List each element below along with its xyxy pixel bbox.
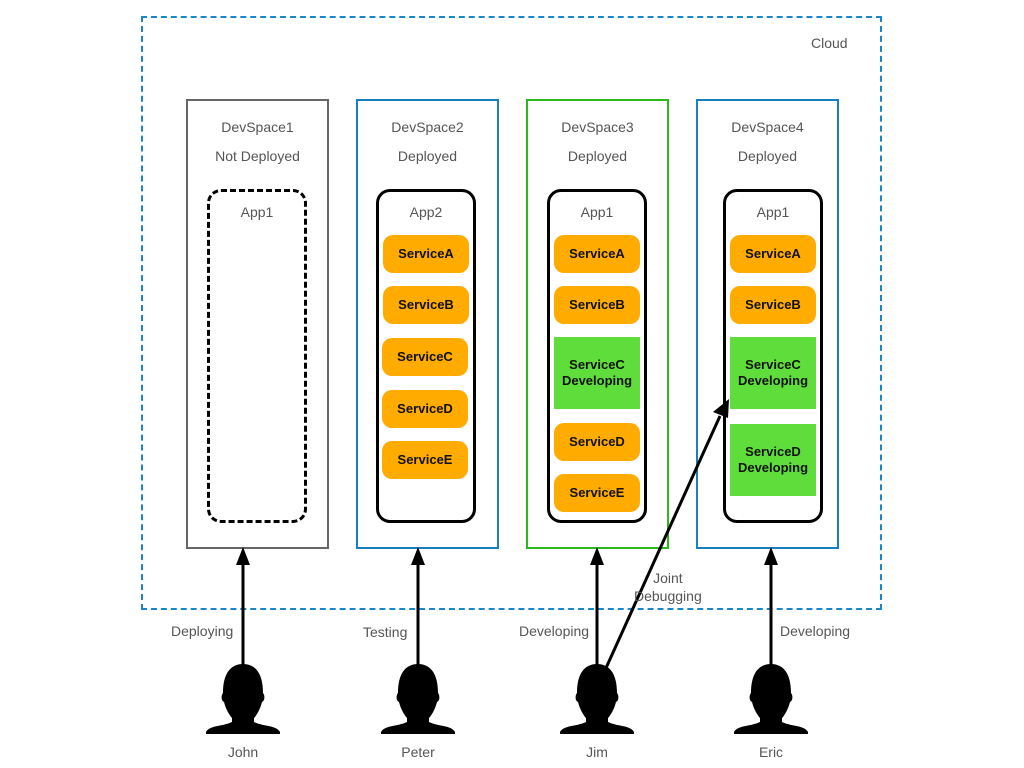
- joint-debugging-arrow: [604, 415, 722, 669]
- user-silhouette-icon[interactable]: [734, 664, 808, 734]
- user-silhouette-icon[interactable]: [206, 664, 280, 734]
- arrow-head-icon: [764, 547, 778, 565]
- joint-debugging-label: Joint Debugging: [634, 570, 702, 604]
- user-activity-label: Developing: [519, 623, 590, 639]
- arrow-head-icon: [713, 399, 729, 418]
- connections-layer: [206, 399, 808, 734]
- user-silhouette-icon[interactable]: [381, 664, 455, 734]
- arrow-head-icon: [590, 547, 604, 565]
- user-activity-label: Testing: [363, 624, 408, 640]
- user-name: Jim: [586, 744, 608, 760]
- arrow-head-icon: [236, 547, 250, 565]
- user-activity-label: Developing: [780, 623, 851, 639]
- user-name: Eric: [758, 744, 784, 760]
- user-activity-label: Deploying: [171, 623, 234, 639]
- devspace-diagram: Cloud DevSpace1 Not Deployed App1 DevSpace2…: [0, 0, 1024, 768]
- user-name: Peter: [401, 744, 435, 760]
- user-silhouette-icon[interactable]: [560, 664, 634, 734]
- arrow-head-icon: [411, 547, 425, 565]
- user-name: John: [227, 744, 259, 760]
